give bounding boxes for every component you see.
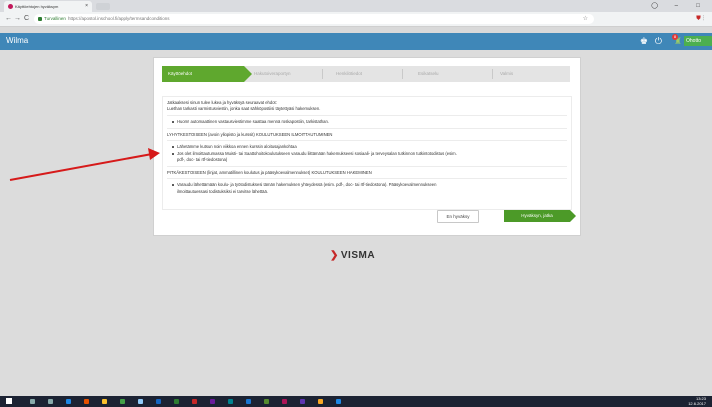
app-icon[interactable] [282,399,287,404]
chrome-icon[interactable] [120,399,125,404]
folder-icon[interactable] [102,399,107,404]
edge-icon[interactable] [66,399,71,404]
app-icon[interactable] [138,399,143,404]
system-tray-clock[interactable]: 13:23 12.6.2017 [688,396,706,406]
onenote-icon[interactable] [210,399,215,404]
search-icon[interactable] [30,399,35,404]
app-icon[interactable] [264,399,269,404]
excel-icon[interactable] [174,399,179,404]
task-view-icon[interactable] [48,399,53,404]
clock-date: 12.6.2017 [688,400,706,406]
app-icon[interactable] [336,399,341,404]
taskbar: 13:23 12.6.2017 [0,396,712,407]
app-icon[interactable] [228,399,233,404]
windows-start-icon[interactable] [6,398,12,404]
app-icon[interactable] [318,399,323,404]
powerpoint-icon[interactable] [192,399,197,404]
word-icon[interactable] [156,399,161,404]
app-icon[interactable] [84,399,89,404]
outlook-icon[interactable] [246,399,251,404]
app-icon[interactable] [300,399,305,404]
annotation-arrow-icon [9,148,160,181]
